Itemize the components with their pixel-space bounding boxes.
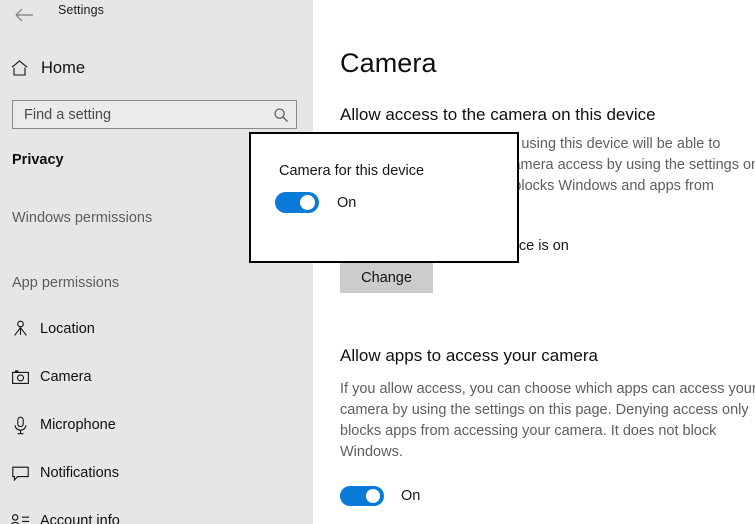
camera-icon xyxy=(0,369,40,386)
apps-camera-access-toggle[interactable] xyxy=(340,486,384,506)
sidebar-item-home-label: Home xyxy=(41,59,85,78)
camera-for-this-device-toggle[interactable] xyxy=(275,192,319,213)
sidebar-group-windows-permissions: Windows permissions xyxy=(12,210,152,226)
section-body-apps-access: If you allow access, you can choose whic… xyxy=(340,379,755,463)
settings-window: Settings Home Privacy Windows permission… xyxy=(0,0,755,524)
back-arrow-icon[interactable] xyxy=(11,2,37,28)
change-button[interactable]: Change xyxy=(340,263,433,293)
sidebar-item-microphone-label: Microphone xyxy=(40,417,116,433)
window-title: Settings xyxy=(58,3,104,17)
toggle-knob xyxy=(366,489,380,503)
camera-device-popup: Camera for this device On xyxy=(249,132,519,263)
location-pin-icon xyxy=(0,320,40,338)
search-input[interactable] xyxy=(13,101,266,128)
microphone-icon xyxy=(0,416,40,435)
home-icon xyxy=(0,59,38,77)
sidebar-section-privacy: Privacy xyxy=(12,152,64,168)
search-icon[interactable] xyxy=(266,107,296,123)
apps-camera-access-toggle-label: On xyxy=(401,488,420,504)
section-heading-apps-access: Allow apps to access your camera xyxy=(340,346,598,366)
sidebar-item-camera[interactable]: Camera xyxy=(0,362,300,392)
sidebar-item-microphone[interactable]: Microphone xyxy=(0,410,300,440)
sidebar-group-app-permissions: App permissions xyxy=(12,275,119,291)
sidebar-item-account-info[interactable]: Account info xyxy=(0,506,300,524)
popup-toggle-label: On xyxy=(337,195,356,211)
sidebar-item-camera-label: Camera xyxy=(40,369,92,385)
section-heading-device-access: Allow access to the camera on this devic… xyxy=(340,105,656,125)
notification-bubble-icon xyxy=(0,465,40,482)
sidebar-item-location[interactable]: Location xyxy=(0,314,300,344)
account-info-icon xyxy=(0,513,40,524)
search-box[interactable] xyxy=(12,100,297,129)
sidebar-item-notifications-label: Notifications xyxy=(40,465,119,481)
sidebar-item-account-info-label: Account info xyxy=(40,513,120,524)
popup-toggle-row: On xyxy=(275,192,356,213)
page-title: Camera xyxy=(340,48,437,79)
popup-title: Camera for this device xyxy=(279,163,424,179)
sidebar-item-home[interactable]: Home xyxy=(0,52,300,84)
sidebar-item-notifications[interactable]: Notifications xyxy=(0,458,300,488)
toggle-knob xyxy=(300,195,315,210)
sidebar-item-location-label: Location xyxy=(40,321,95,337)
title-bar: Settings xyxy=(0,0,313,30)
apps-camera-access-toggle-row: On xyxy=(340,486,420,506)
